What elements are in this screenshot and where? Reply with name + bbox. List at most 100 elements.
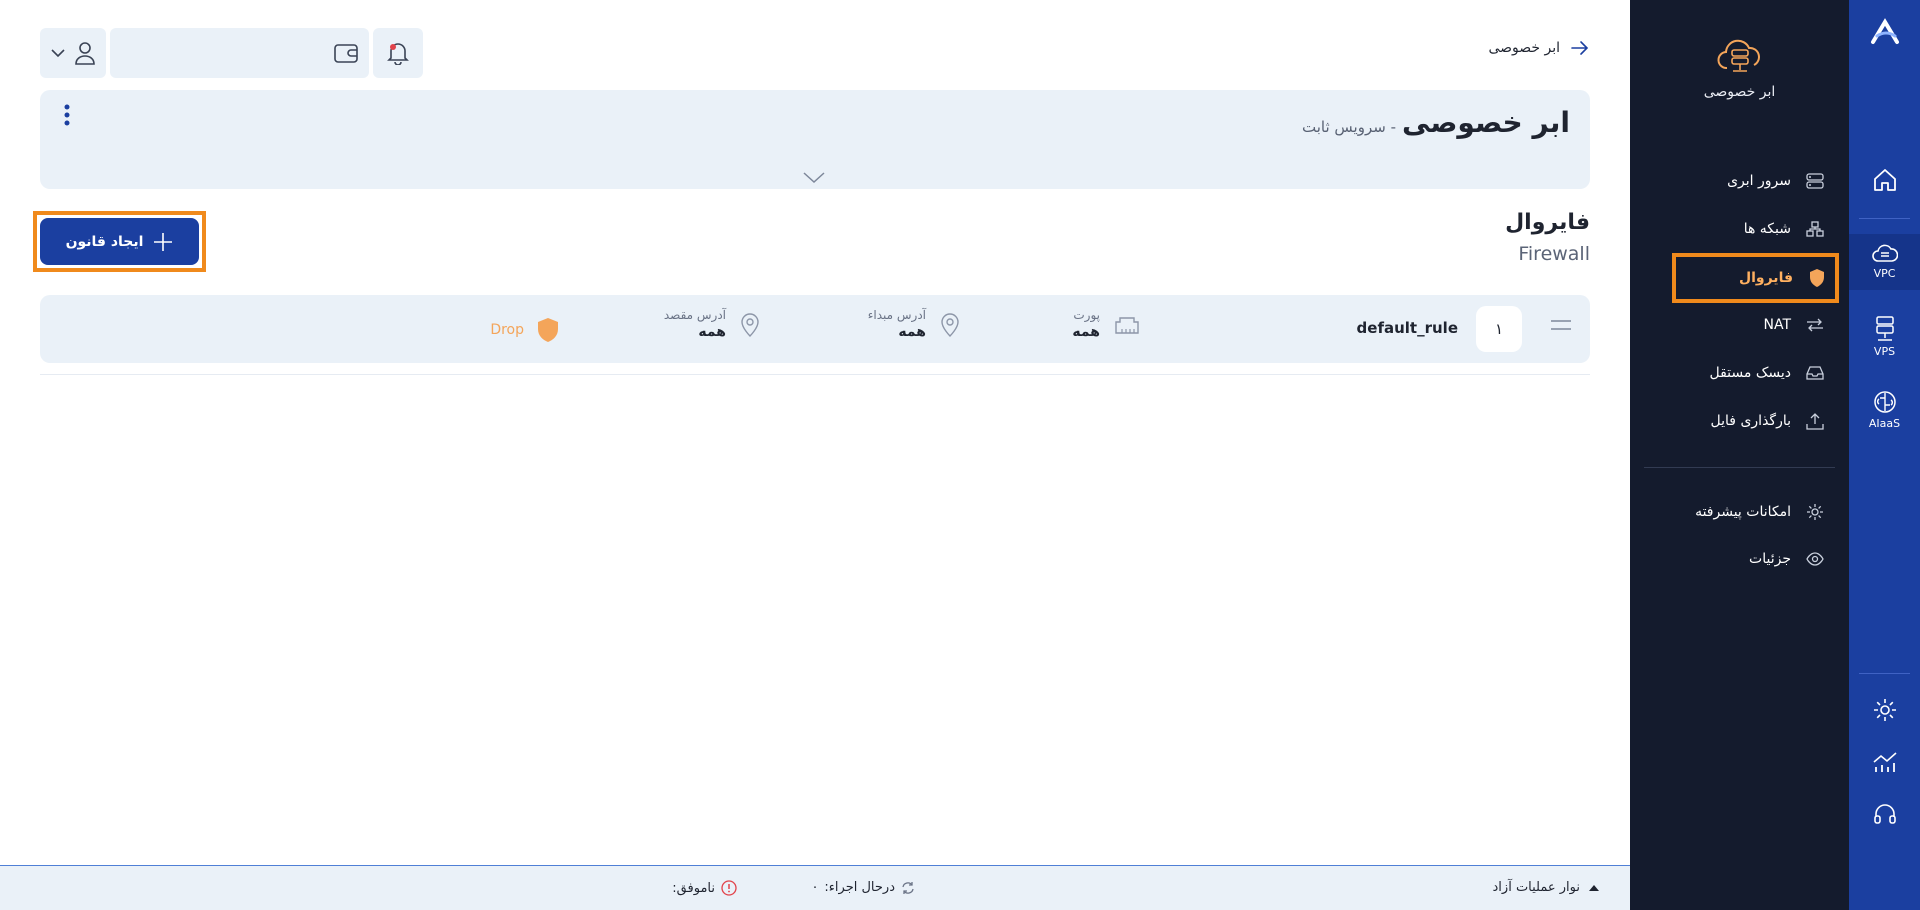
ethernet-port-icon [1115,317,1139,334]
rail-divider [1859,673,1910,674]
rail-support[interactable] [1849,802,1920,828]
section-title-fa: فایروال [1505,210,1590,235]
notifications-button[interactable] [373,28,423,78]
operations-bar-toggle[interactable]: نوار عملیات آزاد [1493,880,1600,895]
cloud-server-icon [1717,39,1760,72]
sidebar-item-file-upload[interactable]: بارگذاری فایل [1644,403,1829,439]
service-card: ابر خصوصی - سرویس ثابت [40,90,1590,189]
rail-settings[interactable] [1849,697,1920,723]
rule-number: ۱ [1476,306,1522,352]
expand-card-button[interactable] [802,171,826,185]
section-title-en: Firewall [1518,243,1590,265]
arrow-right-icon [1571,41,1589,55]
app-rail: VPC VPS AIaaS [1849,0,1920,910]
user-icon [75,42,95,65]
location-pin-icon [941,313,959,337]
header-actions [40,28,423,78]
running-count: ۰ [811,880,819,895]
rail-vps-label: VPS [1873,345,1896,358]
create-rule-highlight: ایجاد قانون [33,211,206,272]
drag-handle-icon[interactable] [1550,319,1572,331]
wallet-icon [334,44,358,63]
port-label: پورت [1073,308,1100,322]
gear-icon [1805,502,1825,522]
main-content: ابر خصوصی ابر خصوصی - سرویس ثابت فایروال… [0,0,1630,910]
sidebar-item-firewall[interactable]: فایروال [1672,253,1839,303]
rail-vpc[interactable]: VPC [1849,234,1920,290]
sidebar-item-advanced[interactable]: امکانات پیشرفته [1644,494,1829,530]
sidebar-brand: ابر خصوصی [1630,38,1849,100]
back-link-label: ابر خصوصی [1488,40,1560,56]
sidebar-item-cloud-server[interactable]: سرور ابری [1644,163,1829,199]
create-rule-label: ایجاد قانون [65,233,144,250]
user-menu-button[interactable] [40,28,106,78]
home-icon [1873,169,1896,191]
list-divider [40,374,1590,375]
server-stack-icon [1875,316,1894,341]
wallet-button[interactable] [110,28,369,78]
brain-icon [1873,391,1896,413]
port-value: همه [1072,324,1100,340]
more-options-button[interactable] [64,104,70,126]
operations-bar-label: نوار عملیات آزاد [1492,880,1580,895]
network-icon [1805,219,1825,239]
kebab-menu-icon [64,104,70,126]
back-link[interactable]: ابر خصوصی [1488,40,1590,56]
rule-name: default_rule [1356,319,1458,337]
sidebar-item-label: امکانات پیشرفته [1695,504,1791,520]
sidebar-item-independent-disk[interactable]: دیسک مستقل [1644,355,1829,391]
sidebar: ابر خصوصی سرور ابری شبکه ها فایروال NAT … [1630,0,1849,910]
sidebar-item-label: فایروال [1738,270,1793,286]
sidebar-item-label: دیسک مستقل [1709,365,1792,381]
rule-port: پورت همه [1072,308,1140,340]
rail-reports[interactable] [1849,750,1920,774]
rail-divider [1859,218,1910,219]
rail-aiaas-label: AIaaS [1868,417,1901,430]
caret-up-icon [1589,884,1599,891]
section-header: فایروال Firewall [1505,210,1590,265]
action-value: Drop [490,322,524,338]
eye-icon [1805,549,1825,569]
sidebar-item-nat[interactable]: NAT [1644,307,1829,343]
sidebar-item-label: جزئیات [1749,551,1791,567]
chevron-down-icon [803,172,825,184]
rail-home[interactable] [1849,167,1920,193]
sidebar-item-label: بارگذاری فایل [1710,413,1791,429]
rule-source: آدرس مبداء همه [868,308,960,340]
brand-logo-icon[interactable] [1869,18,1901,46]
gear-icon [1873,699,1896,721]
rail-vpc-label: VPC [1873,267,1896,280]
service-name: ابر خصوصی [1402,106,1570,139]
operations-bar: نوار عملیات آزاد درحال اجراء: ۰ ناموفق: [0,865,1630,910]
sidebar-item-networks[interactable]: شبکه ها [1644,211,1829,247]
service-title: ابر خصوصی - سرویس ثابت [1302,106,1570,139]
cloud-server-icon [1871,244,1898,262]
failed-status: ناموفق: [672,880,737,896]
sidebar-item-label: سرور ابری [1727,173,1791,189]
source-label: آدرس مبداء [867,308,926,322]
running-label: درحال اجراء: [824,880,895,895]
source-value: همه [898,324,926,340]
server-icon [1805,171,1825,191]
location-pin-icon [741,313,759,337]
rule-row[interactable]: ۱ default_rule پورت همه آدرس مبداء همه آ… [40,295,1590,363]
arrows-icon [1805,315,1825,335]
create-rule-button[interactable]: ایجاد قانون [40,218,199,265]
failed-label: ناموفق: [672,880,715,896]
chevron-down-icon [51,49,65,58]
disk-icon [1805,363,1825,383]
destination-label: آدرس مقصد [663,308,726,322]
destination-value: همه [698,324,726,340]
upload-icon [1805,411,1825,431]
bell-icon [387,43,409,65]
sync-icon [902,881,914,894]
sidebar-item-details[interactable]: جزئیات [1644,541,1829,577]
headset-icon [1873,804,1896,824]
rail-aiaas[interactable]: AIaaS [1849,390,1920,430]
sidebar-brand-name: ابر خصوصی [1703,84,1776,100]
rule-action: Drop [490,317,560,343]
sidebar-item-label: NAT [1763,317,1791,333]
rail-vps[interactable]: VPS [1849,316,1920,358]
service-subtitle: - سرویس ثابت [1302,118,1396,136]
sidebar-item-label: شبکه ها [1743,221,1791,237]
